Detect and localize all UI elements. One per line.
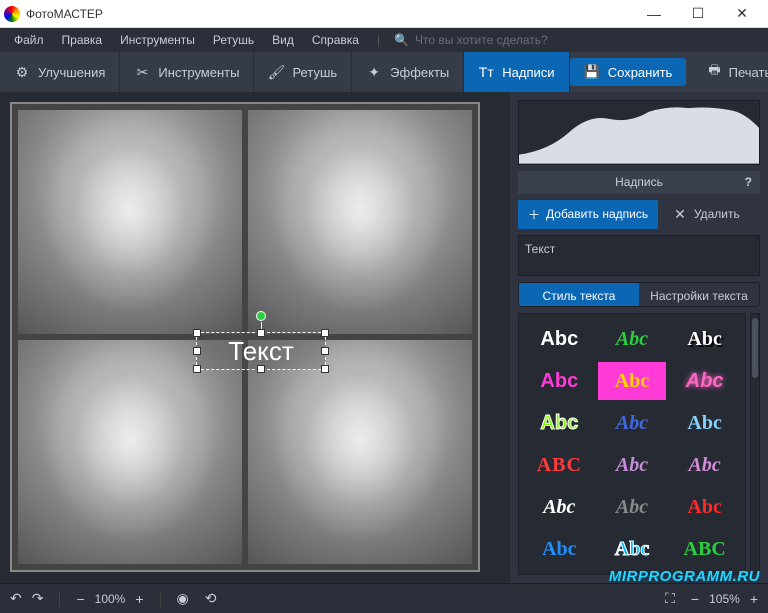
text-style-preset[interactable]: Abc: [670, 362, 739, 400]
text-style-preset[interactable]: Abc: [598, 530, 667, 568]
resize-handle[interactable]: [321, 347, 329, 355]
resize-handle[interactable]: [321, 365, 329, 373]
menu-edit[interactable]: Правка: [54, 31, 111, 49]
resize-handle[interactable]: [193, 347, 201, 355]
text-style-preset[interactable]: Abc: [525, 320, 594, 358]
brush-icon: 🖌: [268, 64, 284, 80]
compare-button[interactable]: ◉: [177, 590, 189, 607]
subtab-style[interactable]: Стиль текста: [519, 283, 639, 306]
tab-effects[interactable]: ✦Эффекты: [352, 52, 464, 92]
caption-text-input[interactable]: Текст: [518, 235, 760, 276]
search-input[interactable]: [415, 33, 575, 47]
text-style-preset[interactable]: Abc: [525, 362, 594, 400]
text-style-preset[interactable]: Abc: [670, 488, 739, 526]
menu-separator: |: [369, 31, 388, 49]
crop-icon: ✂: [134, 64, 150, 80]
add-caption-button[interactable]: ＋Добавить надпись: [518, 200, 658, 229]
search-icon: 🔍: [394, 33, 409, 47]
text-overlay-label: Текст: [228, 336, 293, 367]
text-style-preset[interactable]: Abc: [525, 488, 594, 526]
minimize-button[interactable]: —: [632, 0, 676, 28]
menu-view[interactable]: Вид: [264, 31, 302, 49]
tab-retouch[interactable]: 🖌Ретушь: [254, 52, 352, 92]
zoom-level-2: 105%: [709, 592, 740, 606]
undo-button[interactable]: ↶: [10, 590, 22, 607]
zoom-level: 100%: [95, 592, 126, 606]
text-styles-grid: AbcAbcAbcAbcAbcAbcAbcAbcAbcABCAbcAbcAbcA…: [518, 313, 746, 575]
maximize-button[interactable]: ☐: [676, 0, 720, 28]
app-title: ФотоМАСТЕР: [26, 7, 632, 21]
photo-tile: [248, 340, 472, 564]
status-bar: ↶ ↷ − 100% + ◉ ⟲ ⛶ − 105% +: [0, 583, 768, 613]
app-logo-icon: [4, 6, 20, 22]
rotate-button[interactable]: ⟲: [205, 590, 217, 607]
save-icon: 💾: [584, 64, 600, 80]
resize-handle[interactable]: [193, 365, 201, 373]
redo-button[interactable]: ↷: [32, 590, 44, 607]
photo-tile: [18, 110, 242, 334]
text-style-preset[interactable]: ABC: [670, 530, 739, 568]
tab-enhance[interactable]: ⚙Улучшения: [0, 52, 120, 92]
text-style-preset[interactable]: Abc: [598, 488, 667, 526]
text-icon: Tᴛ: [478, 64, 494, 80]
text-style-preset[interactable]: Abc: [670, 446, 739, 484]
canvas[interactable]: Текст: [10, 102, 480, 572]
menu-help[interactable]: Справка: [304, 31, 367, 49]
text-style-preset[interactable]: Abc: [598, 446, 667, 484]
scrollbar-thumb[interactable]: [752, 318, 758, 378]
menu-retouch[interactable]: Ретушь: [205, 31, 262, 49]
histogram: [518, 100, 760, 165]
sparkle-icon: ✦: [366, 64, 382, 80]
save-button[interactable]: 💾Сохранить: [570, 58, 687, 86]
menubar: Файл Правка Инструменты Ретушь Вид Справ…: [0, 28, 768, 52]
delete-caption-button[interactable]: ✕Удалить: [666, 200, 748, 229]
print-icon: 🖶: [708, 61, 720, 83]
tab-captions[interactable]: TᴛНадписи: [464, 52, 569, 92]
subtab-settings[interactable]: Настройки текста: [639, 283, 759, 306]
photo-tile: [248, 110, 472, 334]
resize-handle[interactable]: [257, 365, 265, 373]
resize-handle[interactable]: [321, 329, 329, 337]
text-style-preset[interactable]: Abc: [670, 320, 739, 358]
menu-file[interactable]: Файл: [6, 31, 52, 49]
resize-handle[interactable]: [193, 329, 201, 337]
plus-icon: ＋: [528, 206, 540, 223]
zoom-in-button-2[interactable]: +: [750, 591, 758, 607]
help-button[interactable]: ?: [745, 175, 752, 189]
close-icon: ✕: [674, 206, 686, 223]
text-style-preset[interactable]: Abc: [670, 404, 739, 442]
text-style-preset[interactable]: Abc: [598, 320, 667, 358]
fit-screen-button[interactable]: ⛶: [665, 590, 675, 607]
titlebar: ФотоМАСТЕР — ☐ ✕: [0, 0, 768, 28]
close-button[interactable]: ✕: [720, 0, 764, 28]
text-style-preset[interactable]: Abc: [598, 362, 667, 400]
text-style-preset[interactable]: Abc: [598, 404, 667, 442]
photo-tile: [18, 340, 242, 564]
side-panel: Надпись ? ＋Добавить надпись ✕Удалить Тек…: [510, 92, 768, 583]
zoom-in-button[interactable]: +: [135, 591, 143, 607]
styles-scrollbar[interactable]: [750, 313, 760, 575]
rotate-handle[interactable]: [256, 311, 266, 321]
panel-title: Надпись: [615, 175, 663, 189]
menu-tools[interactable]: Инструменты: [112, 31, 203, 49]
tabbar: ⚙Улучшения ✂Инструменты 🖌Ретушь ✦Эффекты…: [0, 52, 768, 92]
text-style-preset[interactable]: ABC: [525, 446, 594, 484]
resize-handle[interactable]: [257, 329, 265, 337]
print-button[interactable]: 🖶Печать: [694, 52, 768, 92]
text-style-preset[interactable]: Abc: [525, 530, 594, 568]
panel-header: Надпись ?: [518, 171, 760, 194]
zoom-out-button-2[interactable]: −: [691, 591, 699, 607]
sliders-icon: ⚙: [14, 64, 30, 80]
text-style-preset[interactable]: Abc: [525, 404, 594, 442]
text-overlay[interactable]: Текст: [196, 332, 326, 370]
zoom-out-button[interactable]: −: [76, 591, 84, 607]
canvas-area[interactable]: Текст: [0, 92, 510, 583]
tab-tools[interactable]: ✂Инструменты: [120, 52, 254, 92]
